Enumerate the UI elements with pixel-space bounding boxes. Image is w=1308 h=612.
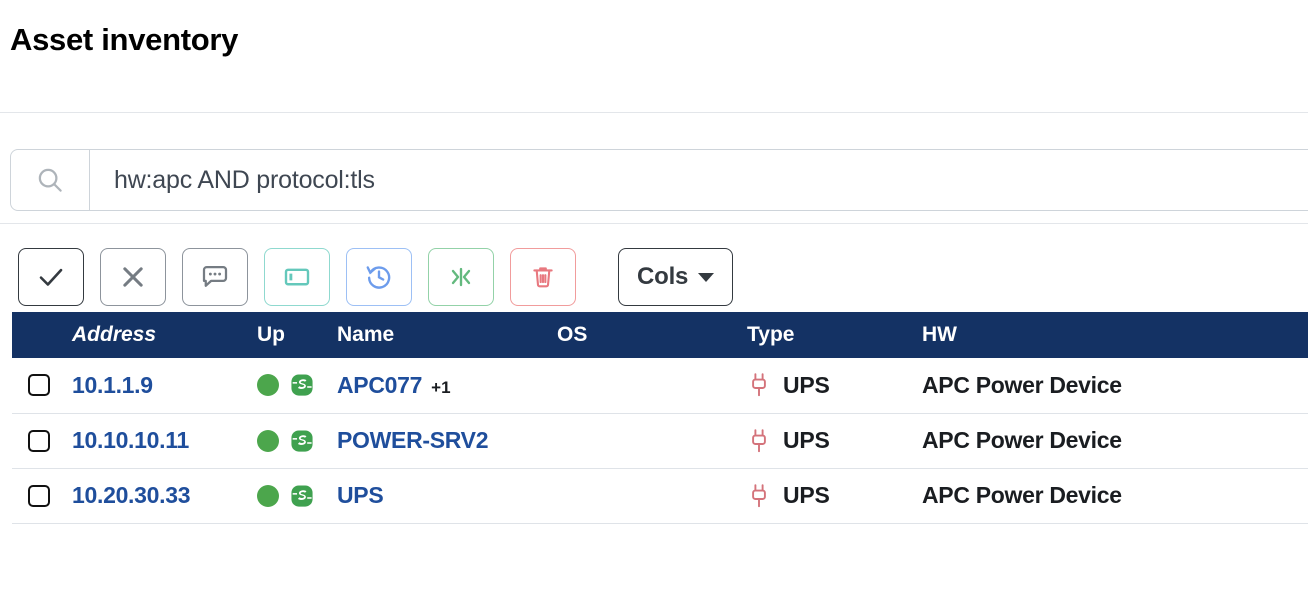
hw-label: APC Power Device <box>922 372 1122 398</box>
row-os-cell <box>557 413 747 468</box>
name-link[interactable]: APC077 <box>337 372 422 399</box>
status-up-dot <box>257 374 279 396</box>
row-type-cell: UPS <box>747 413 922 468</box>
address-link[interactable]: 10.1.1.9 <box>72 372 153 398</box>
delete-button[interactable] <box>510 248 576 306</box>
row-hw-cell: APC Power Device <box>922 413 1308 468</box>
schneider-electric-logo-icon <box>289 372 315 398</box>
table-row[interactable]: 10.10.10.11 <box>12 413 1308 468</box>
row-up-cell <box>257 413 337 468</box>
collapse-button[interactable] <box>428 248 494 306</box>
row-select-cell <box>12 358 72 413</box>
row-os-cell <box>557 358 747 413</box>
table-header-row: Address Up Name OS Type HW <box>12 312 1308 358</box>
comment-button[interactable] <box>182 248 248 306</box>
page-title: Asset inventory <box>10 18 1308 62</box>
column-header-hw[interactable]: HW <box>922 312 1308 358</box>
reject-button[interactable] <box>100 248 166 306</box>
row-select-cell <box>12 468 72 523</box>
schneider-electric-logo-icon <box>289 483 315 509</box>
chevron-down-icon <box>698 273 714 282</box>
hw-label: APC Power Device <box>922 427 1122 453</box>
status-up-dot <box>257 430 279 452</box>
address-link[interactable]: 10.10.10.11 <box>72 427 189 453</box>
column-header-os[interactable]: OS <box>557 312 747 358</box>
row-select-cell <box>12 413 72 468</box>
name-link[interactable]: UPS <box>337 482 383 509</box>
status-up-dot <box>257 485 279 507</box>
check-icon <box>36 262 66 292</box>
history-button[interactable] <box>346 248 412 306</box>
extra-names-badge: +1 <box>431 378 450 398</box>
row-address-cell: 10.1.1.9 <box>72 358 257 413</box>
close-icon <box>119 263 147 291</box>
name-link[interactable]: POWER-SRV2 <box>337 427 488 454</box>
window-button[interactable] <box>264 248 330 306</box>
row-type-cell: UPS <box>747 358 922 413</box>
type-label: UPS <box>783 372 830 399</box>
row-os-cell <box>557 468 747 523</box>
row-up-cell <box>257 358 337 413</box>
row-name-cell: APC077 +1 <box>337 358 557 413</box>
column-header-select[interactable] <box>12 312 72 358</box>
row-address-cell: 10.10.10.11 <box>72 413 257 468</box>
asset-table: Address Up Name OS Type HW 10.1.1.9 <box>12 312 1308 524</box>
page-header: Asset inventory <box>0 0 1308 112</box>
row-checkbox[interactable] <box>28 485 50 507</box>
type-label: UPS <box>783 482 830 509</box>
columns-dropdown-label: Cols <box>637 263 688 291</box>
table-row[interactable]: 10.1.1.9 <box>12 358 1308 413</box>
row-checkbox[interactable] <box>28 430 50 452</box>
power-plug-icon <box>747 483 771 509</box>
column-header-type[interactable]: Type <box>747 312 922 358</box>
row-address-cell: 10.20.30.33 <box>72 468 257 523</box>
trash-icon <box>529 263 557 291</box>
action-toolbar: Cols <box>0 224 1308 312</box>
table-row[interactable]: 10.20.30.33 <box>12 468 1308 523</box>
columns-dropdown-button[interactable]: Cols <box>618 248 733 306</box>
power-plug-icon <box>747 372 771 398</box>
row-hw-cell: APC Power Device <box>922 358 1308 413</box>
schneider-electric-logo-icon <box>289 428 315 454</box>
window-pane-icon <box>282 262 312 292</box>
search-section: hw:apc AND protocol:tls <box>0 113 1308 223</box>
column-header-address[interactable]: Address <box>72 312 257 358</box>
table-header: Address Up Name OS Type HW <box>12 312 1308 358</box>
column-header-name[interactable]: Name <box>337 312 557 358</box>
collapse-arrows-icon <box>446 262 476 292</box>
address-link[interactable]: 10.20.30.33 <box>72 482 190 508</box>
comment-icon <box>200 262 230 292</box>
row-checkbox[interactable] <box>28 374 50 396</box>
column-header-up[interactable]: Up <box>257 312 337 358</box>
clock-rewind-icon <box>364 262 394 292</box>
hw-label: APC Power Device <box>922 482 1122 508</box>
search-input[interactable]: hw:apc AND protocol:tls <box>90 150 1308 210</box>
asset-inventory-page: Asset inventory hw:apc AND protocol:tls <box>0 0 1308 612</box>
search-icon <box>11 150 90 210</box>
row-hw-cell: APC Power Device <box>922 468 1308 523</box>
row-up-cell <box>257 468 337 523</box>
type-label: UPS <box>783 427 830 454</box>
asset-table-container: Address Up Name OS Type HW 10.1.1.9 <box>0 312 1308 524</box>
row-type-cell: UPS <box>747 468 922 523</box>
power-plug-icon <box>747 428 771 454</box>
search-input-group[interactable]: hw:apc AND protocol:tls <box>10 149 1308 211</box>
approve-button[interactable] <box>18 248 84 306</box>
row-name-cell: POWER-SRV2 <box>337 413 557 468</box>
table-body: 10.1.1.9 <box>12 358 1308 523</box>
row-name-cell: UPS <box>337 468 557 523</box>
